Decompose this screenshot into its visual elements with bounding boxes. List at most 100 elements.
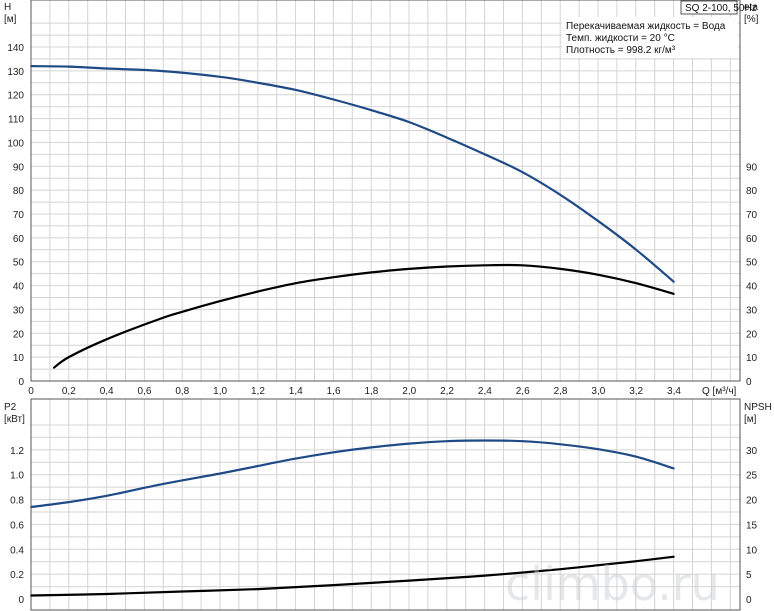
x-tick-label: 2,6 — [516, 386, 530, 397]
y-tick-label: 60 — [13, 234, 25, 245]
head-curve-point — [559, 194, 562, 196]
y-tick-label: 30 — [13, 305, 25, 316]
efficiency-curve-point — [257, 290, 259, 293]
efficiency-curve-point — [408, 268, 411, 270]
efficiency-curve-point — [52, 367, 55, 369]
y-tick-label: 90 — [13, 162, 25, 173]
y-tick-label: 110 — [8, 115, 24, 126]
y-tick-label: 120 — [7, 91, 24, 102]
npsh-tick-label: 30 — [746, 446, 758, 457]
efficiency-curve-point — [158, 318, 161, 320]
efficiency-curve — [53, 263, 675, 369]
y-tick-label: 40 — [13, 282, 25, 293]
power-curve-point — [158, 483, 161, 486]
x-tick-label: 3,2 — [629, 386, 643, 397]
power-curve-point — [521, 440, 524, 442]
x-tick-label: 1,4 — [289, 386, 303, 397]
y-tick-label: 20 — [13, 329, 25, 340]
p2-tick-label: 1.2 — [10, 446, 24, 457]
x-tick-label: 1,2 — [251, 386, 265, 397]
p2-tick-label: 0.6 — [10, 520, 24, 531]
y-tick-label: 130 — [7, 67, 24, 78]
efficiency-curve-point — [635, 282, 637, 284]
head-curve-point — [635, 248, 637, 251]
watermark: climbo.ru — [505, 557, 720, 611]
bottom-y2-axis-ticks: 0 5 10 15 20 25 30 — [746, 446, 758, 606]
x-tick-label: 1,0 — [213, 386, 227, 397]
y-tick-label: 0 — [18, 377, 24, 388]
x-tick-label: 0 — [28, 386, 34, 397]
y2-tick-label: 20 — [746, 329, 758, 340]
npsh-curve-point — [30, 594, 32, 597]
x-tick-label: 2,0 — [402, 386, 416, 397]
y2-tick-label: 60 — [746, 234, 758, 245]
x-tick-label: 0,2 — [62, 386, 76, 397]
power-curve-point — [446, 440, 448, 442]
head-curve-point — [257, 81, 259, 84]
x-tick-label: 3,4 — [667, 386, 681, 397]
x-tick-label: 2,2 — [440, 386, 454, 397]
flow-axis-label: Q [м³/ч] — [702, 386, 737, 397]
y2-tick-label: 70 — [746, 210, 758, 221]
pump-performance-chart: 0102030405060708090100110120130140 01020… — [4, 0, 772, 611]
bottom-y-axis-ticks: 0 0.2 0.4 0.6 0.8 1.0 1.2 — [10, 446, 24, 606]
y-tick-label: 10 — [13, 353, 25, 364]
power-curve-point — [257, 465, 259, 467]
npsh-tick-label: 15 — [746, 520, 758, 531]
power-curve-point — [294, 457, 297, 460]
power-curve-point — [370, 446, 373, 449]
p2-tick-label: 0.8 — [10, 496, 24, 507]
head-curve-point — [219, 76, 221, 78]
head-curve-point — [105, 67, 108, 70]
npsh-tick-label: 20 — [746, 496, 758, 507]
npsh-tick-label: 5 — [746, 570, 752, 581]
top-y-axis-ticks: 0 10 20 30 40 50 60 70 80 90 100 110 120 130 140 — [7, 43, 24, 388]
p2-tick-label: 1.0 — [10, 471, 24, 482]
power-curve-point — [408, 442, 411, 445]
x-axis-ticks: 0 0,2 0,4 0,6 0,8 1,0 1,2 1,4 1,6 1,8 2,0 2,2 2,4 2,6… — [28, 386, 681, 397]
y2-tick-label: 40 — [746, 282, 758, 293]
efficiency-curve-point — [484, 264, 486, 267]
x-tick-label: 1,6 — [327, 386, 341, 397]
head-curve-point — [521, 171, 524, 174]
head-curve-point — [68, 65, 70, 68]
y2-tick-label: 0 — [746, 377, 752, 388]
head-curve-point — [408, 121, 411, 123]
y-tick-label: 80 — [13, 186, 25, 197]
x-tick-label: 3,0 — [591, 386, 605, 397]
npsh-curve-point — [105, 593, 108, 595]
efficiency-curve-point — [219, 300, 221, 302]
efficiency-curve-point — [597, 274, 600, 276]
power-curve-point — [597, 448, 600, 451]
y2-tick-label: 80 — [746, 186, 758, 197]
head-curve-point — [30, 65, 32, 67]
power-curve-point — [673, 467, 675, 470]
y2-tick-label: 30 — [746, 305, 758, 316]
efficiency-curve-point — [370, 271, 373, 274]
head-curve-point — [332, 98, 335, 101]
npsh-curve-point — [257, 588, 259, 590]
efficiency-curve-point — [673, 293, 675, 295]
head-curve-point — [673, 281, 675, 283]
y2-tick-label: 10 — [746, 353, 758, 364]
y-tick-label: 50 — [13, 258, 25, 269]
npsh-tick-label: 25 — [746, 471, 758, 482]
power-curve-point — [219, 472, 221, 475]
efficiency-curve-point — [105, 338, 108, 341]
x-tick-label: 2,4 — [478, 386, 492, 397]
y2-tick-label: 50 — [746, 258, 758, 269]
power-curve-point — [635, 455, 637, 458]
info-liquid: Перекачиваемая жидкость = Вода — [566, 21, 726, 32]
power-curve-point — [30, 506, 32, 508]
power-curve-point — [68, 501, 70, 503]
y2-tick-label: 90 — [746, 162, 758, 173]
x-tick-label: 0,4 — [100, 386, 114, 397]
y-tick-label: 70 — [13, 210, 25, 221]
power-axis-label: P2 [кВт] — [4, 402, 25, 425]
p2-tick-label: 0.2 — [10, 570, 24, 581]
power-curve-point — [105, 495, 108, 497]
efficiency-curve-point — [332, 276, 335, 279]
npsh-curve-point — [332, 584, 335, 586]
npsh-tick-label: 0 — [746, 595, 752, 606]
head-axis-label: H [м] — [4, 2, 17, 25]
